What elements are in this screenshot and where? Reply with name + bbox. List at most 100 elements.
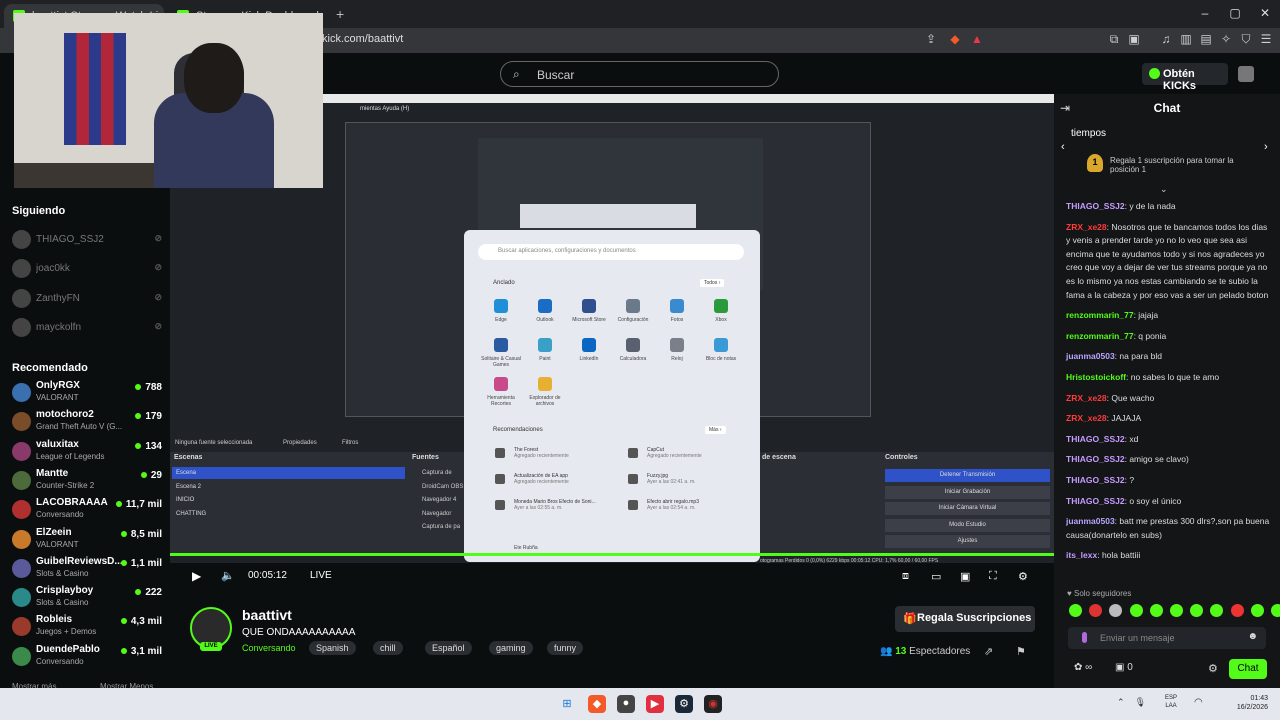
chat-username[interactable]: juanma0503: [1066, 516, 1115, 526]
viewers-icon: 👥: [880, 646, 896, 657]
offline-icon: ⊘: [154, 320, 162, 331]
sidebar-following-item[interactable]: joac0kk ⊘: [12, 256, 162, 284]
chat-username[interactable]: THIAGO_SSJ2: [1066, 475, 1125, 485]
streamer-name[interactable]: baattivt: [242, 607, 292, 623]
obs-studio-app-icon[interactable]: ◉: [704, 695, 722, 713]
no-source-label: Ninguna fuente seleccionada: [175, 440, 253, 446]
chat-username[interactable]: ZRX_xe28: [1066, 393, 1107, 403]
windows-start-icon[interactable]: ⊞: [558, 695, 576, 713]
menu-icon[interactable]: ☰: [1258, 32, 1274, 48]
app-label: Explorador de archivos: [529, 395, 561, 407]
stream-tag[interactable]: gaming: [489, 641, 533, 655]
report-icon[interactable]: ⚑: [1016, 645, 1026, 658]
fullscreen-icon[interactable]: ⛶: [989, 570, 997, 583]
sidebar-recommended-item[interactable]: Crisplayboy Slots & Casino 222: [12, 585, 162, 613]
sidebar-recommended-item[interactable]: Robleis Juegos + Demos 4,3 mil: [12, 614, 162, 642]
emote-icon[interactable]: [1170, 604, 1183, 617]
clip-icon[interactable]: ⧈: [902, 570, 909, 583]
points-counter[interactable]: ▣ 0: [1115, 662, 1133, 673]
chat-username[interactable]: juanma0503: [1066, 351, 1115, 361]
play-icon[interactable]: ▶: [192, 569, 201, 583]
emote-icon[interactable]: [1149, 604, 1163, 617]
sidebar-icon[interactable]: ▥: [1178, 32, 1194, 48]
assistant-icon[interactable]: ✧: [1218, 32, 1234, 48]
taskbar-clock[interactable]: 01:43 16/2/2026: [1222, 694, 1268, 712]
kicks-counter[interactable]: ✿ ∞: [1074, 662, 1092, 673]
chat-username[interactable]: renzommarin_77: [1066, 331, 1134, 341]
tab-icon[interactable]: ▣: [1126, 32, 1142, 48]
language-indicator[interactable]: ESP LAA: [1165, 694, 1177, 710]
properties-button: Propiedades: [283, 440, 317, 446]
vpn-icon[interactable]: ⛉: [1238, 32, 1254, 48]
sidebar-recommended-item[interactable]: Mantte Counter-Strike 2 29: [12, 468, 162, 496]
sidebar-recommended-item[interactable]: motochoro2 Grand Theft Auto V (G... 179: [12, 409, 162, 437]
sidebar-recommended-item[interactable]: ElZeein VALORANT 8,5 mil: [12, 527, 162, 555]
minimize-button[interactable]: –: [1190, 6, 1220, 20]
emote-icon[interactable]: [1250, 604, 1264, 617]
chat-username[interactable]: THIAGO_SSJ2: [1066, 434, 1125, 444]
emote-icon[interactable]: [1230, 604, 1244, 617]
media-app-icon[interactable]: ▶: [646, 695, 664, 713]
stream-tag[interactable]: Spanish: [309, 641, 356, 655]
brave-app-icon[interactable]: ◆: [588, 695, 606, 713]
sidebar-recommended-item[interactable]: valuxitax League of Legends 134: [12, 439, 162, 467]
extensions-icon[interactable]: ⧉: [1106, 32, 1122, 48]
chat-username[interactable]: THIAGO_SSJ2: [1066, 496, 1125, 506]
share-page-icon[interactable]: ⇪: [923, 32, 939, 48]
stream-title: QUE ONDAAAAAAAAAA: [242, 627, 356, 638]
stream-tag[interactable]: Español: [425, 641, 472, 655]
stream-category[interactable]: Conversando: [242, 643, 296, 653]
media-icon[interactable]: ♫: [1158, 32, 1174, 48]
volume-icon[interactable]: 🔈: [221, 569, 235, 582]
chevron-up-icon[interactable]: ⌃: [1117, 697, 1125, 707]
sidebar-recommended-item[interactable]: OnlyRGX VALORANT 788: [12, 380, 162, 408]
share-icon[interactable]: ⇗: [984, 645, 993, 658]
sidebar-following-item[interactable]: mayckolfn ⊘: [12, 315, 162, 343]
gift-subs-button[interactable]: 🎁 Regala Suscripciones: [895, 606, 1035, 632]
chat-username[interactable]: its_lexx: [1066, 550, 1097, 560]
wallet-icon[interactable]: ▤: [1198, 32, 1214, 48]
settings-icon[interactable]: ⚙: [1018, 570, 1028, 583]
chat-input[interactable]: Enviar un mensaje ☻: [1068, 627, 1266, 649]
send-chat-button[interactable]: Chat: [1229, 659, 1267, 679]
brave-rewards-icon[interactable]: ▲: [969, 32, 985, 48]
avatar: [12, 259, 31, 279]
emote-icon[interactable]: [1271, 604, 1280, 617]
chevron-right-icon[interactable]: ›: [1264, 141, 1268, 153]
system-tray[interactable]: ⌃ 🎙: [1117, 697, 1146, 708]
brave-shield-icon[interactable]: ◆: [947, 32, 963, 48]
sidebar-recommended-item[interactable]: DuendePablo Conversando 3,1 mil: [12, 644, 162, 672]
search-input[interactable]: ⌕ Buscar: [500, 61, 779, 87]
chat-username[interactable]: ZRX_xe28: [1066, 413, 1107, 423]
stream-tag[interactable]: chill: [373, 641, 403, 655]
expand-icon[interactable]: ⌄: [1160, 184, 1168, 195]
chat-username[interactable]: THIAGO_SSJ2: [1066, 201, 1125, 211]
chevron-left-icon[interactable]: ‹: [1061, 141, 1065, 153]
new-tab-button[interactable]: +: [336, 6, 344, 22]
obs-app-icon[interactable]: ●: [617, 695, 635, 713]
theater-icon[interactable]: ▭: [931, 570, 941, 583]
network-icon[interactable]: ◠: [1194, 697, 1203, 708]
emote-icon[interactable]: [1069, 604, 1082, 617]
get-kicks-button[interactable]: Obtén KICKs: [1142, 63, 1228, 92]
emoji-icon[interactable]: ☻: [1247, 631, 1258, 642]
stream-tag[interactable]: funny: [547, 641, 584, 655]
url-text[interactable]: kick.com/baattivt: [322, 33, 403, 45]
chat-username[interactable]: Hristostoickoff: [1066, 372, 1126, 382]
emote-icon[interactable]: [1129, 604, 1143, 617]
chat-username[interactable]: ZRX_xe28: [1066, 222, 1107, 232]
sidebar-recommended-item[interactable]: GuibelReviewsD... Slots & Casino 1,1 mil: [12, 556, 162, 584]
pinned-message[interactable]: Regala 1 suscripción para tomar la posic…: [1110, 156, 1250, 174]
chat-username[interactable]: THIAGO_SSJ2: [1066, 454, 1125, 464]
sidebar-following-item[interactable]: ZanthyFN ⊘: [12, 286, 162, 314]
sidebar-recommended-item[interactable]: LACOBRAAAA Conversando 11,7 mil: [12, 497, 162, 525]
close-window-button[interactable]: ✕: [1250, 6, 1280, 20]
steam-app-icon[interactable]: ⚙: [675, 695, 693, 713]
user-avatar[interactable]: [1238, 66, 1254, 82]
maximize-button[interactable]: ▢: [1220, 6, 1250, 20]
pip-icon[interactable]: ▣: [960, 570, 970, 583]
sidebar-following-item[interactable]: THIAGO_SSJ2 ⊘: [12, 227, 162, 255]
chat-settings-icon[interactable]: ⚙: [1208, 662, 1218, 675]
mic-icon[interactable]: 🎙: [1135, 697, 1146, 707]
chat-username[interactable]: renzommarin_77: [1066, 310, 1134, 320]
